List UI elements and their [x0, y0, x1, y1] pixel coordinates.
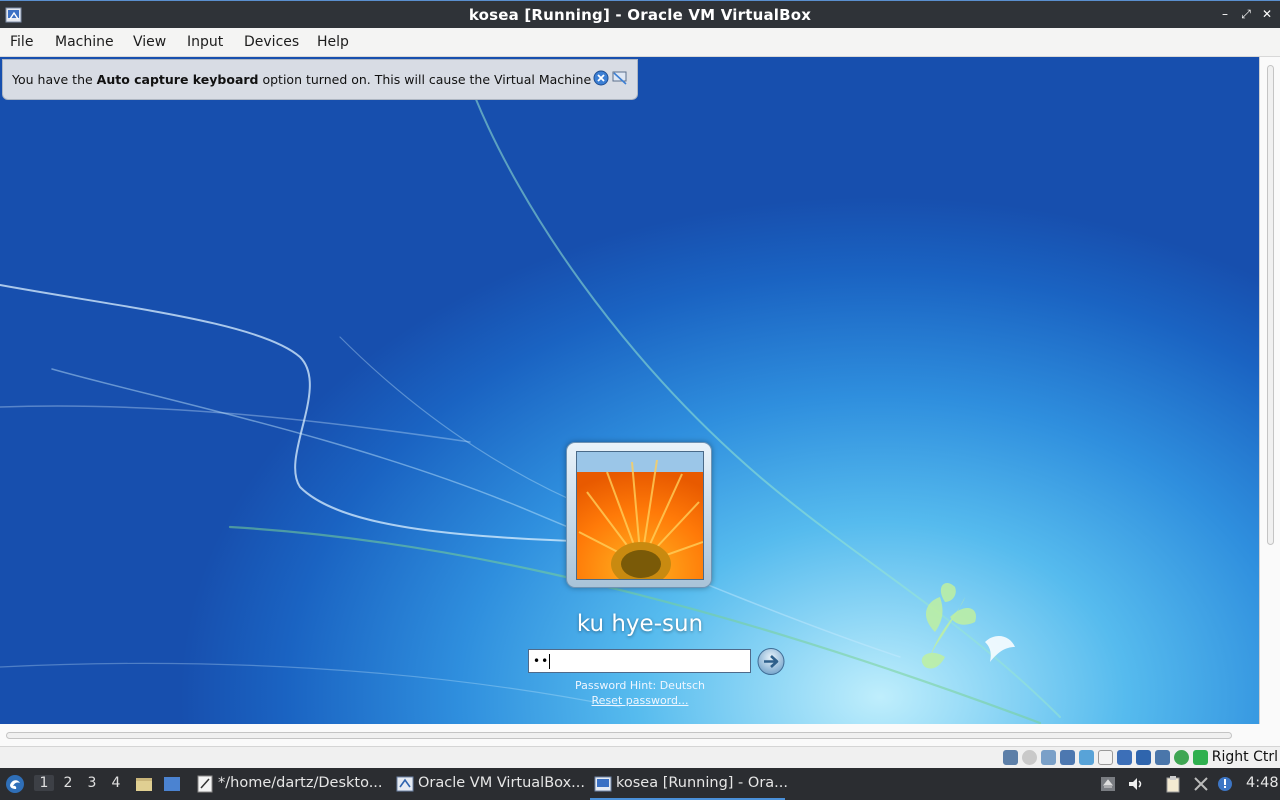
password-value: ••	[533, 654, 550, 668]
workspace-2[interactable]: 2	[58, 775, 78, 791]
task-label: Oracle VM VirtualBox...	[418, 775, 585, 791]
workspace-4[interactable]: 4	[106, 775, 126, 791]
hard-disk-icon[interactable]	[1003, 750, 1018, 765]
menu-help[interactable]: Help	[317, 34, 349, 50]
system-taskbar: 1 2 3 4 */home/dartz/Deskto... Oracle VM…	[0, 768, 1280, 800]
maximize-button[interactable]: ⤢	[1237, 5, 1255, 23]
vertical-scrollbar[interactable]	[1259, 57, 1280, 724]
file-manager-icon[interactable]	[135, 775, 153, 793]
flower-picture-icon	[577, 452, 703, 579]
clipboard-icon[interactable]	[1164, 775, 1182, 793]
optical-drive-icon[interactable]	[1022, 750, 1037, 765]
window-titlebar[interactable]: kosea [Running] - Oracle VM VirtualBox –…	[0, 0, 1280, 28]
task-label: */home/dartz/Deskto...	[218, 775, 383, 791]
submit-arrow-button[interactable]	[756, 647, 786, 676]
display-icon[interactable]	[1117, 750, 1132, 765]
horizontal-scrollbar-thumb[interactable]	[6, 732, 1232, 739]
network-tray-icon[interactable]	[1192, 775, 1210, 793]
vertical-scrollbar-thumb[interactable]	[1267, 65, 1274, 545]
horizontal-scrollbar[interactable]	[0, 724, 1280, 746]
task-virtualbox-manager[interactable]: Oracle VM VirtualBox...	[392, 768, 587, 800]
workspace-3[interactable]: 3	[82, 775, 102, 791]
vm-display[interactable]: You have the Auto capture keyboard optio…	[0, 57, 1259, 724]
auto-capture-notification: You have the Auto capture keyboard optio…	[2, 59, 638, 100]
user-avatar-frame	[566, 442, 712, 588]
recording-icon[interactable]	[1155, 750, 1170, 765]
audio-icon[interactable]	[1041, 750, 1056, 765]
password-field[interactable]: ••	[528, 649, 751, 673]
menu-file[interactable]: File	[10, 34, 33, 50]
menu-machine[interactable]: Machine	[55, 34, 114, 50]
vt-x-icon[interactable]	[1174, 750, 1189, 765]
workspace-1[interactable]: 1	[34, 775, 54, 791]
text-editor-icon	[197, 775, 213, 793]
close-button[interactable]: ✕	[1258, 5, 1276, 23]
mouse-integration-icon[interactable]	[1193, 750, 1208, 765]
text-caret	[549, 654, 551, 669]
menu-input[interactable]: Input	[187, 34, 223, 50]
vm-status-bar: Right Ctrl	[0, 746, 1280, 768]
notification-text: You have the Auto capture keyboard optio…	[12, 72, 608, 87]
eject-icon[interactable]	[1099, 775, 1117, 793]
task-virtualbox-vm[interactable]: kosea [Running] - Ora...	[590, 768, 788, 800]
clock[interactable]: 4:48	[1246, 775, 1279, 791]
menu-devices[interactable]: Devices	[244, 34, 299, 50]
avatar	[576, 451, 704, 580]
minimize-button[interactable]: –	[1216, 5, 1234, 23]
screen: kosea [Running] - Oracle VM VirtualBox –…	[0, 0, 1280, 800]
do-not-show-again-icon[interactable]	[612, 70, 628, 86]
shared-folders-icon[interactable]	[1098, 750, 1113, 765]
reset-password-link[interactable]: Reset password...	[540, 694, 740, 707]
virtualbox-manager-icon	[396, 776, 414, 792]
task-text-editor[interactable]: */home/dartz/Deskto...	[192, 768, 387, 800]
password-hint: Password Hint: Deutsch	[575, 679, 705, 692]
task-label: kosea [Running] - Ora...	[616, 775, 788, 791]
network-icon[interactable]	[1060, 750, 1075, 765]
show-desktop-icon[interactable]	[163, 775, 181, 793]
menu-view[interactable]: View	[133, 34, 166, 50]
host-key-label[interactable]: Right Ctrl	[1212, 749, 1278, 765]
bird-logo	[921, 582, 976, 669]
username-label: ku hye-sun	[576, 611, 704, 637]
video-capture-icon[interactable]	[1136, 750, 1151, 765]
volume-icon[interactable]	[1127, 775, 1145, 793]
window-title: kosea [Running] - Oracle VM VirtualBox	[468, 6, 812, 24]
menu-bar: File Machine View Input Devices Help	[0, 28, 1280, 57]
close-notification-icon[interactable]	[593, 70, 609, 86]
usb-icon[interactable]	[1079, 750, 1094, 765]
start-menu-icon[interactable]	[5, 774, 25, 794]
updates-icon[interactable]	[1217, 775, 1235, 793]
virtualbox-vm-icon	[594, 776, 612, 792]
